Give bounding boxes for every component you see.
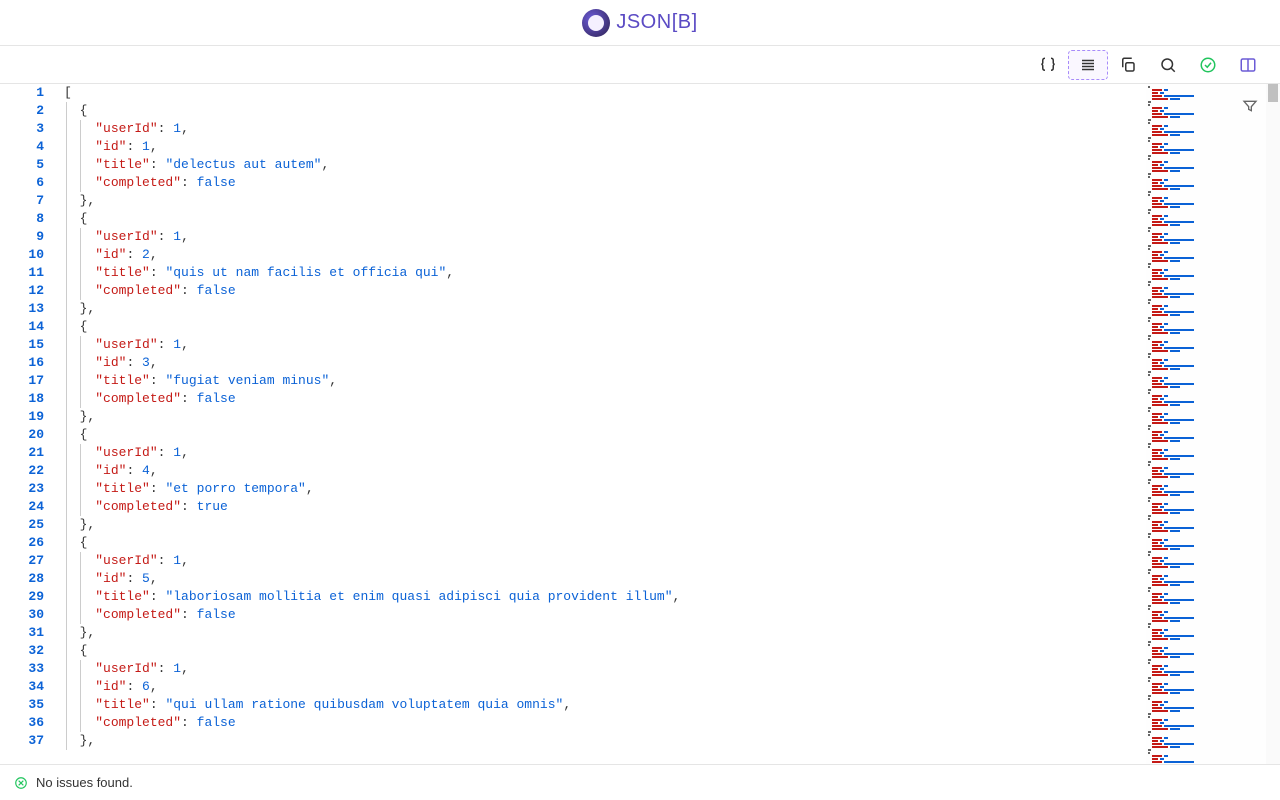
line-number: 14 (0, 318, 44, 336)
search-button[interactable] (1148, 50, 1188, 80)
code-line[interactable]: "id": 2, (54, 246, 1146, 264)
code-line[interactable]: "userId": 1, (54, 120, 1146, 138)
line-number: 18 (0, 390, 44, 408)
line-number: 31 (0, 624, 44, 642)
line-number: 27 (0, 552, 44, 570)
code-line[interactable]: "completed": false (54, 390, 1146, 408)
copy-button[interactable] (1108, 50, 1148, 80)
line-number: 2 (0, 102, 44, 120)
code-line[interactable]: }, (54, 300, 1146, 318)
code-line[interactable]: "completed": false (54, 606, 1146, 624)
line-number: 19 (0, 408, 44, 426)
code-line[interactable]: }, (54, 624, 1146, 642)
line-number: 29 (0, 588, 44, 606)
code-line[interactable]: "completed": false (54, 282, 1146, 300)
code-line[interactable]: { (54, 210, 1146, 228)
logo: JSON[B] (582, 9, 697, 37)
line-number: 9 (0, 228, 44, 246)
line-number: 34 (0, 678, 44, 696)
logo-text: JSON[B] (616, 11, 697, 34)
split-view-button[interactable] (1228, 50, 1268, 80)
code-line[interactable]: "userId": 1, (54, 444, 1146, 462)
code-line[interactable]: { (54, 534, 1146, 552)
line-number: 5 (0, 156, 44, 174)
code-line[interactable]: }, (54, 732, 1146, 750)
code-line[interactable]: }, (54, 192, 1146, 210)
line-number-gutter: 1234567891011121314151617181920212223242… (0, 84, 54, 764)
code-line[interactable]: { (54, 318, 1146, 336)
line-number: 6 (0, 174, 44, 192)
line-number: 25 (0, 516, 44, 534)
code-line[interactable]: "id": 5, (54, 570, 1146, 588)
code-line[interactable]: "id": 3, (54, 354, 1146, 372)
code-line[interactable]: "title": "quis ut nam facilis et officia… (54, 264, 1146, 282)
line-number: 12 (0, 282, 44, 300)
code-line[interactable]: { (54, 426, 1146, 444)
code-line[interactable]: "title": "laboriosam mollitia et enim qu… (54, 588, 1146, 606)
validate-button[interactable] (1188, 50, 1228, 80)
line-number: 7 (0, 192, 44, 210)
code-editor[interactable]: [ { "userId": 1, "id": 1, "title": "dele… (54, 84, 1146, 764)
code-line[interactable]: "completed": false (54, 174, 1146, 192)
line-number: 22 (0, 462, 44, 480)
code-line[interactable]: "id": 6, (54, 678, 1146, 696)
code-line[interactable]: "title": "fugiat veniam minus", (54, 372, 1146, 390)
line-number: 20 (0, 426, 44, 444)
scrollbar-thumb[interactable] (1268, 84, 1278, 102)
code-line[interactable]: { (54, 642, 1146, 660)
code-line[interactable]: "completed": false (54, 714, 1146, 732)
line-number: 28 (0, 570, 44, 588)
code-line[interactable]: "userId": 1, (54, 552, 1146, 570)
line-number: 16 (0, 354, 44, 372)
code-line[interactable]: "title": "et porro tempora", (54, 480, 1146, 498)
code-line[interactable]: "userId": 1, (54, 660, 1146, 678)
line-number: 21 (0, 444, 44, 462)
line-number: 24 (0, 498, 44, 516)
line-number: 26 (0, 534, 44, 552)
code-line[interactable]: }, (54, 516, 1146, 534)
status-ok-icon (14, 776, 28, 790)
code-line[interactable]: "title": "qui ullam ratione quibusdam vo… (54, 696, 1146, 714)
line-number: 23 (0, 480, 44, 498)
code-line[interactable]: [ (54, 84, 1146, 102)
header: JSON[B] (0, 0, 1280, 46)
status-message: No issues found. (36, 775, 133, 790)
code-line[interactable]: { (54, 102, 1146, 120)
minimap[interactable] (1146, 84, 1266, 764)
line-number: 36 (0, 714, 44, 732)
code-line[interactable]: "userId": 1, (54, 336, 1146, 354)
format-beautify-button[interactable] (1068, 50, 1108, 80)
code-line[interactable]: "id": 1, (54, 138, 1146, 156)
line-number: 13 (0, 300, 44, 318)
line-number: 1 (0, 84, 44, 102)
scrollbar-track[interactable] (1266, 84, 1280, 764)
line-number: 10 (0, 246, 44, 264)
line-number: 37 (0, 732, 44, 750)
filter-button[interactable] (1242, 98, 1258, 119)
line-number: 35 (0, 696, 44, 714)
code-line[interactable]: "completed": true (54, 498, 1146, 516)
toolbar (0, 46, 1280, 84)
line-number: 8 (0, 210, 44, 228)
code-line[interactable]: "userId": 1, (54, 228, 1146, 246)
logo-icon (582, 9, 610, 37)
format-raw-button[interactable] (1028, 50, 1068, 80)
line-number: 17 (0, 372, 44, 390)
code-line[interactable]: "title": "delectus aut autem", (54, 156, 1146, 174)
line-number: 11 (0, 264, 44, 282)
line-number: 3 (0, 120, 44, 138)
line-number: 15 (0, 336, 44, 354)
line-number: 30 (0, 606, 44, 624)
code-line[interactable]: }, (54, 408, 1146, 426)
line-number: 33 (0, 660, 44, 678)
status-bar: No issues found. (0, 764, 1280, 800)
code-line[interactable]: "id": 4, (54, 462, 1146, 480)
editor-area: 1234567891011121314151617181920212223242… (0, 84, 1280, 764)
line-number: 4 (0, 138, 44, 156)
line-number: 32 (0, 642, 44, 660)
